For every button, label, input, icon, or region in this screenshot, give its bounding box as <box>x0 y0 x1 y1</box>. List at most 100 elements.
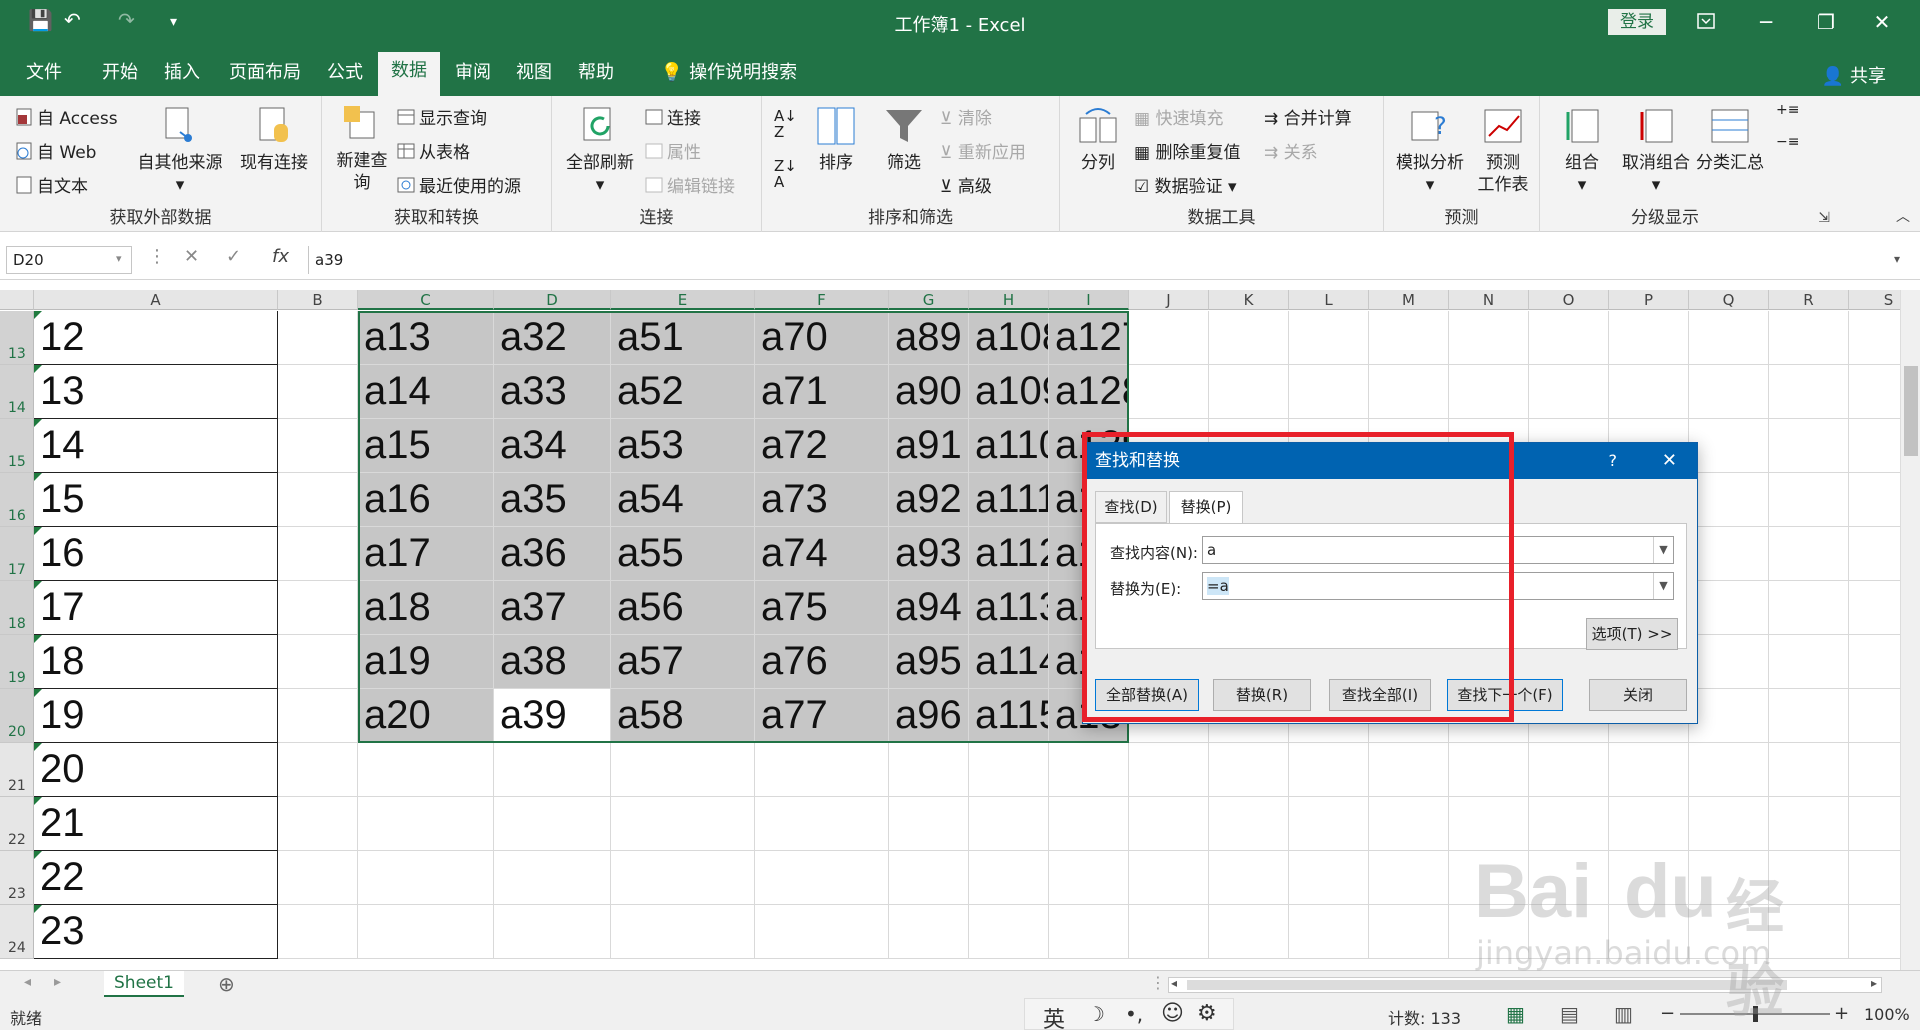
find-all-button[interactable]: 查找全部(I) <box>1329 679 1431 711</box>
hide-detail-icon[interactable]: −≡ <box>1776 134 1799 150</box>
cell-h20[interactable]: a115 <box>969 689 1049 743</box>
properties-button[interactable]: 属性 <box>644 138 701 163</box>
reapply-button[interactable]: ⊻ 重新应用 <box>940 138 1026 163</box>
cell-q14[interactable] <box>1689 365 1769 419</box>
row-header[interactable]: 16 <box>0 473 34 527</box>
cell-g21[interactable] <box>889 743 969 797</box>
cell-c16[interactable]: a16 <box>358 473 494 527</box>
cell-b18[interactable] <box>278 581 358 635</box>
cell-m21[interactable] <box>1369 743 1449 797</box>
cell-q19[interactable] <box>1689 635 1769 689</box>
collapse-ribbon-icon[interactable]: ︿ <box>1896 206 1910 226</box>
cell-a23[interactable]: 22 <box>34 851 278 905</box>
cell-b15[interactable] <box>278 419 358 473</box>
cell-h21[interactable] <box>969 743 1049 797</box>
row-header[interactable]: 19 <box>0 635 34 689</box>
show-queries-button[interactable]: 显示查询 <box>396 104 487 129</box>
tab-data[interactable]: 数据 <box>378 52 440 96</box>
cell-k24[interactable] <box>1209 905 1289 959</box>
cell-i24[interactable] <box>1049 905 1129 959</box>
cell-k22[interactable] <box>1209 797 1289 851</box>
cell-e18[interactable]: a56 <box>611 581 755 635</box>
row-header[interactable]: 21 <box>0 743 34 797</box>
tab-review[interactable]: 审阅 <box>444 56 502 96</box>
row-header[interactable]: 23 <box>0 851 34 905</box>
cell-a18[interactable]: 17 <box>34 581 278 635</box>
cell-k23[interactable] <box>1209 851 1289 905</box>
tab-split-handle[interactable]: ⋮ <box>1150 973 1166 992</box>
cell-e20[interactable]: a58 <box>611 689 755 743</box>
tab-replace[interactable]: 替换(P) <box>1169 491 1243 525</box>
cell-d17[interactable]: a36 <box>494 527 611 581</box>
cell-k13[interactable] <box>1209 311 1289 365</box>
connections-button[interactable]: 连接 <box>644 104 701 129</box>
cell-h23[interactable] <box>969 851 1049 905</box>
show-detail-icon[interactable]: +≡ <box>1776 102 1799 118</box>
tab-insert[interactable]: 插入 <box>152 56 212 96</box>
from-table-button[interactable]: 从表格 <box>396 138 470 163</box>
row-header[interactable]: 24 <box>0 905 34 959</box>
cell-l23[interactable] <box>1289 851 1369 905</box>
column-header-i[interactable]: I <box>1049 290 1129 310</box>
cell-e23[interactable] <box>611 851 755 905</box>
cell-d23[interactable] <box>494 851 611 905</box>
enter-icon[interactable]: ✓ <box>226 246 241 267</box>
cell-q17[interactable] <box>1689 527 1769 581</box>
row-header[interactable]: 13 <box>0 311 34 365</box>
cell-b16[interactable] <box>278 473 358 527</box>
cell-p23[interactable] <box>1609 851 1689 905</box>
cell-f24[interactable] <box>755 905 889 959</box>
cell-h19[interactable]: a114 <box>969 635 1049 689</box>
cell-f17[interactable]: a74 <box>755 527 889 581</box>
cell-d22[interactable] <box>494 797 611 851</box>
column-header-m[interactable]: M <box>1369 290 1449 310</box>
relationships-button[interactable]: ⇉ 关系 <box>1264 138 1318 163</box>
help-icon[interactable]: ? <box>1609 443 1618 479</box>
cell-b22[interactable] <box>278 797 358 851</box>
punctuation-icon[interactable]: •, <box>1125 1002 1143 1026</box>
cell-d16[interactable]: a35 <box>494 473 611 527</box>
cell-p22[interactable] <box>1609 797 1689 851</box>
name-box[interactable]: D20 <box>6 246 132 274</box>
cell-h22[interactable] <box>969 797 1049 851</box>
cell-m14[interactable] <box>1369 365 1449 419</box>
cell-l13[interactable] <box>1289 311 1369 365</box>
cell-l24[interactable] <box>1289 905 1369 959</box>
cell-c17[interactable]: a17 <box>358 527 494 581</box>
cell-a21[interactable]: 20 <box>34 743 278 797</box>
sort-z-a-button[interactable]: Z↓ A <box>774 158 797 190</box>
ribbon-display-icon[interactable] <box>1686 6 1726 38</box>
column-header-c[interactable]: C <box>358 290 494 310</box>
horizontal-scrollbar[interactable]: ◂ ▸ <box>1168 976 1882 993</box>
cell-a22[interactable]: 21 <box>34 797 278 851</box>
cell-l14[interactable] <box>1289 365 1369 419</box>
cell-e19[interactable]: a57 <box>611 635 755 689</box>
cell-e21[interactable] <box>611 743 755 797</box>
cell-g18[interactable]: a94 <box>889 581 969 635</box>
cell-r22[interactable] <box>1769 797 1849 851</box>
cell-b24[interactable] <box>278 905 358 959</box>
cell-q16[interactable] <box>1689 473 1769 527</box>
cell-e22[interactable] <box>611 797 755 851</box>
cell-c13[interactable]: a13 <box>358 311 494 365</box>
cell-i22[interactable] <box>1049 797 1129 851</box>
cell-e14[interactable]: a52 <box>611 365 755 419</box>
zoom-slider-thumb[interactable] <box>1753 1006 1758 1022</box>
cell-a24[interactable]: 23 <box>34 905 278 959</box>
page-layout-view-icon[interactable]: ▤ <box>1560 1002 1579 1026</box>
cancel-icon[interactable]: ✕ <box>184 246 199 267</box>
cell-b13[interactable] <box>278 311 358 365</box>
cell-j23[interactable] <box>1129 851 1209 905</box>
formula-input[interactable]: a39 <box>308 246 1898 274</box>
cell-r14[interactable] <box>1769 365 1849 419</box>
consolidate-button[interactable]: ⇉ 合并计算 <box>1264 104 1352 129</box>
cell-g19[interactable]: a95 <box>889 635 969 689</box>
cell-d19[interactable]: a38 <box>494 635 611 689</box>
cell-q24[interactable] <box>1689 905 1769 959</box>
cell-j24[interactable] <box>1129 905 1209 959</box>
emoji-icon[interactable]: ☺ <box>1161 1001 1184 1026</box>
cell-i13[interactable]: a127 <box>1049 311 1129 365</box>
cell-j21[interactable] <box>1129 743 1209 797</box>
replace-with-input[interactable]: =a ▼ <box>1202 572 1674 600</box>
vertical-scroll-thumb[interactable] <box>1904 366 1918 456</box>
